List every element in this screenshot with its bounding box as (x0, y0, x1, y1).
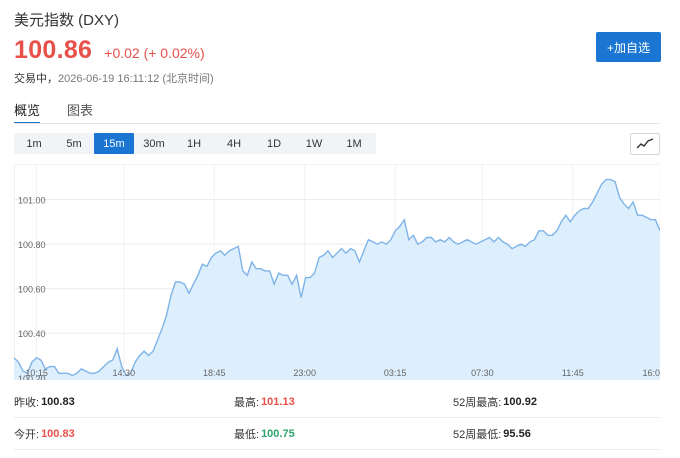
price-chart[interactable]: 100.20100.40100.60100.80101.0010:15 14:30… (14, 164, 660, 380)
price-row: 100.86 +0.02 (+ 0.02%) (14, 36, 205, 66)
x-tick-label: 11:45 (562, 368, 584, 378)
stat-52w-high: 52周最高: 100.92 (453, 394, 653, 410)
y-tick-label: 100.80 (18, 240, 46, 250)
stat-open: 今开: 100.83 (14, 426, 234, 442)
x-tick-label: 16:0 (642, 368, 660, 378)
stats-row: 昨收: 100.83 最高: 101.13 52周最高: 100.92 (14, 386, 660, 418)
stat-value: 101.13 (261, 395, 295, 408)
last-price: 100.86 (14, 36, 93, 64)
trading-status: 交易中，2026-06-19 16:11:12 (北京时间) (14, 70, 214, 86)
stat-low: 最低: 100.75 (234, 426, 453, 442)
interval-1m[interactable]: 1m (14, 133, 54, 154)
interval-1mo[interactable]: 1M (334, 133, 374, 154)
y-tick-label: 101.00 (18, 196, 46, 206)
line-chart-icon (636, 138, 654, 149)
interval-5m[interactable]: 5m (54, 133, 94, 154)
tab-divider (14, 123, 660, 124)
interval-selector: 1m 5m 15m 30m 1H 4H 1D 1W 1M (14, 133, 376, 154)
stat-label: 最低: (234, 428, 260, 441)
interval-30m[interactable]: 30m (134, 133, 174, 154)
price-change: +0.02 (+ 0.02%) (104, 45, 205, 61)
interval-1h[interactable]: 1H (174, 133, 214, 154)
stat-label: 今开: (14, 428, 40, 441)
stat-prev-close: 昨收: 100.83 (14, 394, 234, 410)
x-tick-label: 23:00 (293, 368, 316, 378)
interval-1d[interactable]: 1D (254, 133, 294, 154)
interval-1w[interactable]: 1W (294, 133, 334, 154)
stat-value: 100.83 (41, 395, 75, 408)
x-tick-label: 03:15 (384, 368, 407, 378)
stats-row: 今开: 100.83 最低: 100.75 52周最低: 95.56 (14, 418, 660, 450)
stat-label: 昨收: (14, 396, 40, 409)
stat-value: 100.92 (503, 395, 537, 408)
page-title: 美元指数 (DXY) (14, 12, 120, 29)
y-tick-label: 100.60 (18, 285, 46, 295)
chart-type-button[interactable] (630, 133, 660, 155)
x-tick-label: 10:15 (25, 368, 48, 378)
tab-chart[interactable]: 图表 (67, 98, 93, 124)
stats-table: 昨收: 100.83 最高: 101.13 52周最高: 100.92 今开: … (14, 386, 660, 450)
tab-overview[interactable]: 概览 (14, 98, 41, 124)
interval-15m[interactable]: 15m (94, 133, 134, 154)
stat-high: 最高: 101.13 (234, 394, 453, 410)
timestamp: 2026-06-19 16:11:12 (北京时间) (58, 73, 214, 85)
stat-label: 52周最低: (453, 428, 502, 441)
tab-bar: 概览 图表 (14, 98, 120, 124)
status-label: 交易中 (14, 73, 47, 85)
add-to-watchlist-button[interactable]: +加自选 (596, 32, 661, 62)
x-tick-label: 18:45 (203, 368, 226, 378)
interval-4h[interactable]: 4H (214, 133, 254, 154)
stat-value: 100.83 (41, 427, 75, 440)
stat-value: 95.56 (503, 427, 531, 440)
stat-value: 100.75 (261, 427, 295, 440)
x-tick-label: 14:30 (113, 368, 136, 378)
stat-52w-low: 52周最低: 95.56 (453, 426, 653, 442)
stat-label: 最高: (234, 396, 260, 409)
status-colon: ， (47, 73, 58, 85)
stat-label: 52周最高: (453, 396, 502, 409)
x-tick-label: 07:30 (471, 368, 494, 378)
y-tick-label: 100.40 (18, 329, 46, 339)
